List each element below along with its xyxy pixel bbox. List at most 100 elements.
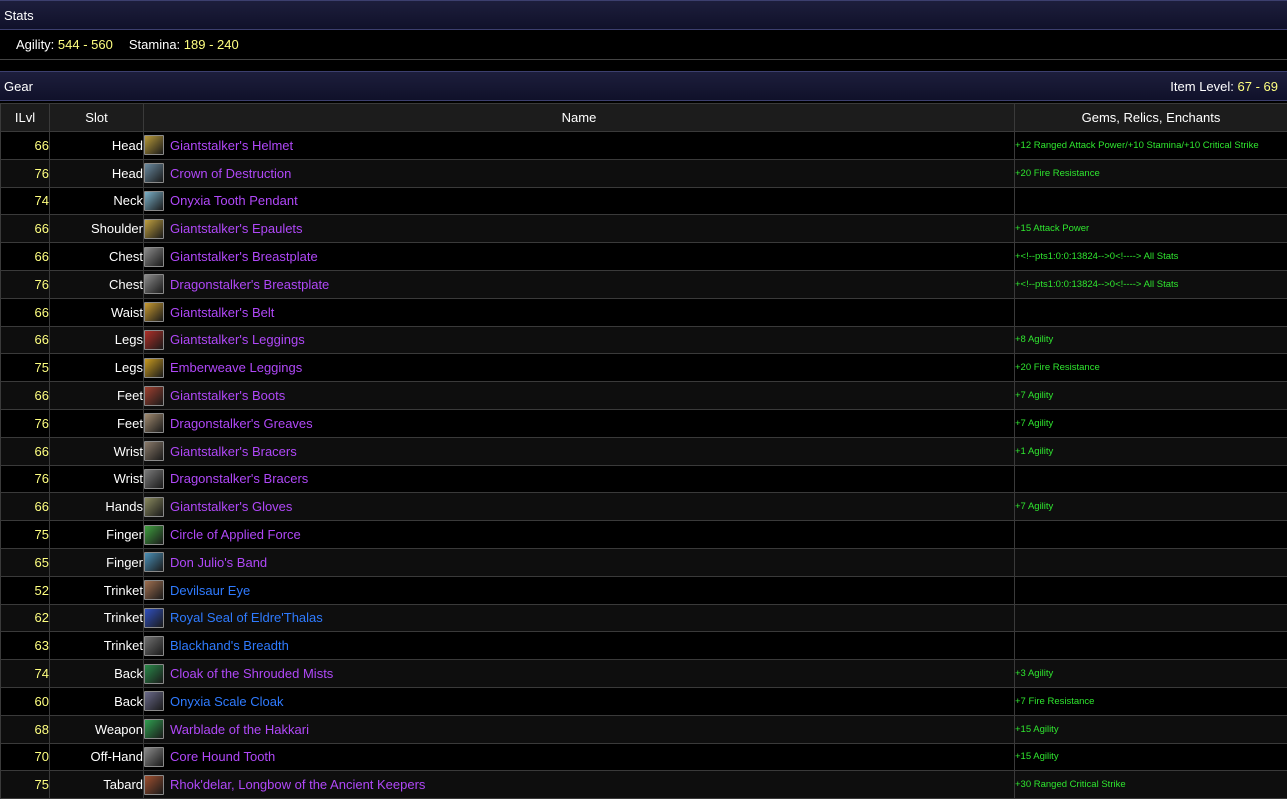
item-name-cell: Circle of Applied Force xyxy=(144,521,1015,549)
item-enchant: +7 Agility xyxy=(1015,493,1287,521)
trinket-icon[interactable] xyxy=(144,636,164,656)
dagger-icon[interactable] xyxy=(144,747,164,767)
chest-icon[interactable] xyxy=(144,247,164,267)
item-enchant xyxy=(1015,548,1287,576)
table-row: 76WristDragonstalker's Bracers xyxy=(1,465,1287,493)
item-name-cell: Emberweave Leggings xyxy=(144,354,1015,382)
item-name-link[interactable]: Dragonstalker's Bracers xyxy=(170,471,308,486)
item-name-link[interactable]: Giantstalker's Helmet xyxy=(170,138,293,153)
item-name-link[interactable]: Cloak of the Shrouded Mists xyxy=(170,666,333,681)
item-enchant: +7 Agility xyxy=(1015,409,1287,437)
item-name-link[interactable]: Giantstalker's Bracers xyxy=(170,444,297,459)
column-slot: Slot xyxy=(50,104,144,132)
item-name-link[interactable]: Blackhand's Breadth xyxy=(170,638,289,653)
leggings-icon[interactable] xyxy=(144,358,164,378)
table-row: 75TabardRhok'delar, Longbow of the Ancie… xyxy=(1,771,1287,799)
item-name-wrap: Giantstalker's Helmet xyxy=(144,135,1014,155)
item-name-link[interactable]: Circle of Applied Force xyxy=(170,527,301,542)
table-row: 66ChestGiantstalker's Breastplate+<!--pt… xyxy=(1,243,1287,271)
item-slot: Waist xyxy=(50,298,144,326)
stats-header: Stats xyxy=(0,0,1287,30)
item-name-link[interactable]: Dragonstalker's Breastplate xyxy=(170,277,329,292)
ring-icon[interactable] xyxy=(144,552,164,572)
item-slot: Head xyxy=(50,132,144,160)
item-enchant xyxy=(1015,465,1287,493)
item-name-wrap: Giantstalker's Leggings xyxy=(144,330,1014,350)
item-name-link[interactable]: Emberweave Leggings xyxy=(170,360,302,375)
item-name-wrap: Core Hound Tooth xyxy=(144,747,1014,767)
cloak-icon[interactable] xyxy=(144,664,164,684)
item-enchant: +3 Agility xyxy=(1015,660,1287,688)
item-name-link[interactable]: Rhok'delar, Longbow of the Ancient Keepe… xyxy=(170,777,425,792)
boots-icon[interactable] xyxy=(144,386,164,406)
item-name-link[interactable]: Crown of Destruction xyxy=(170,166,291,181)
leggings-icon[interactable] xyxy=(144,330,164,350)
item-name-cell: Onyxia Scale Cloak xyxy=(144,687,1015,715)
item-name-wrap: Giantstalker's Gloves xyxy=(144,497,1014,517)
eye-icon[interactable] xyxy=(144,580,164,600)
seal-icon[interactable] xyxy=(144,608,164,628)
stat-agility-value: 544 - 560 xyxy=(58,37,113,52)
table-row: 65FingerDon Julio's Band xyxy=(1,548,1287,576)
shoulder-icon[interactable] xyxy=(144,219,164,239)
item-name-link[interactable]: Giantstalker's Breastplate xyxy=(170,249,318,264)
item-name-wrap: Crown of Destruction xyxy=(144,163,1014,183)
item-ilvl: 76 xyxy=(1,409,50,437)
ring-icon[interactable] xyxy=(144,525,164,545)
item-name-link[interactable]: Dragonstalker's Greaves xyxy=(170,416,313,431)
bow-icon[interactable] xyxy=(144,775,164,795)
stats-summary: Agility: 544 - 560 Stamina: 189 - 240 xyxy=(0,30,1287,60)
item-name-wrap: Cloak of the Shrouded Mists xyxy=(144,664,1014,684)
item-ilvl: 66 xyxy=(1,493,50,521)
item-name-link[interactable]: Giantstalker's Belt xyxy=(170,305,274,320)
item-name-link[interactable]: Devilsaur Eye xyxy=(170,583,250,598)
bracers-icon[interactable] xyxy=(144,441,164,461)
item-ilvl: 65 xyxy=(1,548,50,576)
item-name-cell: Dragonstalker's Breastplate xyxy=(144,270,1015,298)
item-slot: Feet xyxy=(50,409,144,437)
sword-icon[interactable] xyxy=(144,719,164,739)
item-ilvl: 76 xyxy=(1,270,50,298)
item-name-link[interactable]: Royal Seal of Eldre'Thalas xyxy=(170,610,323,625)
item-name-link[interactable]: Giantstalker's Leggings xyxy=(170,332,305,347)
pendant-icon[interactable] xyxy=(144,191,164,211)
item-name-link[interactable]: Giantstalker's Boots xyxy=(170,388,285,403)
item-name-cell: Giantstalker's Gloves xyxy=(144,493,1015,521)
item-name-cell: Don Julio's Band xyxy=(144,548,1015,576)
column-enchants: Gems, Relics, Enchants xyxy=(1015,104,1287,132)
crown-icon[interactable] xyxy=(144,163,164,183)
item-name-cell: Dragonstalker's Greaves xyxy=(144,409,1015,437)
item-ilvl: 63 xyxy=(1,632,50,660)
item-slot: Weapon xyxy=(50,715,144,743)
item-ilvl: 75 xyxy=(1,521,50,549)
item-name-link[interactable]: Core Hound Tooth xyxy=(170,749,275,764)
cloak-icon[interactable] xyxy=(144,691,164,711)
item-name-wrap: Giantstalker's Breastplate xyxy=(144,247,1014,267)
chest-icon[interactable] xyxy=(144,274,164,294)
item-enchant: +1 Agility xyxy=(1015,437,1287,465)
item-enchant: +15 Agility xyxy=(1015,743,1287,771)
item-slot: Trinket xyxy=(50,632,144,660)
item-name-link[interactable]: Warblade of the Hakkari xyxy=(170,722,309,737)
item-name-link[interactable]: Giantstalker's Epaulets xyxy=(170,221,303,236)
item-enchant: +20 Fire Resistance xyxy=(1015,159,1287,187)
gloves-icon[interactable] xyxy=(144,497,164,517)
item-enchant: +<!--pts1:0:0:13824-->0<!----> All Stats xyxy=(1015,270,1287,298)
item-name-cell: Dragonstalker's Bracers xyxy=(144,465,1015,493)
helmet-icon[interactable] xyxy=(144,135,164,155)
item-enchant xyxy=(1015,576,1287,604)
belt-icon[interactable] xyxy=(144,302,164,322)
boots-icon[interactable] xyxy=(144,413,164,433)
item-name-link[interactable]: Onyxia Tooth Pendant xyxy=(170,193,298,208)
item-name-link[interactable]: Don Julio's Band xyxy=(170,555,267,570)
item-ilvl: 60 xyxy=(1,687,50,715)
item-slot: Chest xyxy=(50,270,144,298)
item-slot: Neck xyxy=(50,187,144,215)
item-slot: Feet xyxy=(50,382,144,410)
item-name-link[interactable]: Giantstalker's Gloves xyxy=(170,499,292,514)
item-name-link[interactable]: Onyxia Scale Cloak xyxy=(170,694,283,709)
table-row: 66FeetGiantstalker's Boots+7 Agility xyxy=(1,382,1287,410)
bracers-icon[interactable] xyxy=(144,469,164,489)
item-name-wrap: Giantstalker's Boots xyxy=(144,386,1014,406)
item-enchant: +15 Agility xyxy=(1015,715,1287,743)
